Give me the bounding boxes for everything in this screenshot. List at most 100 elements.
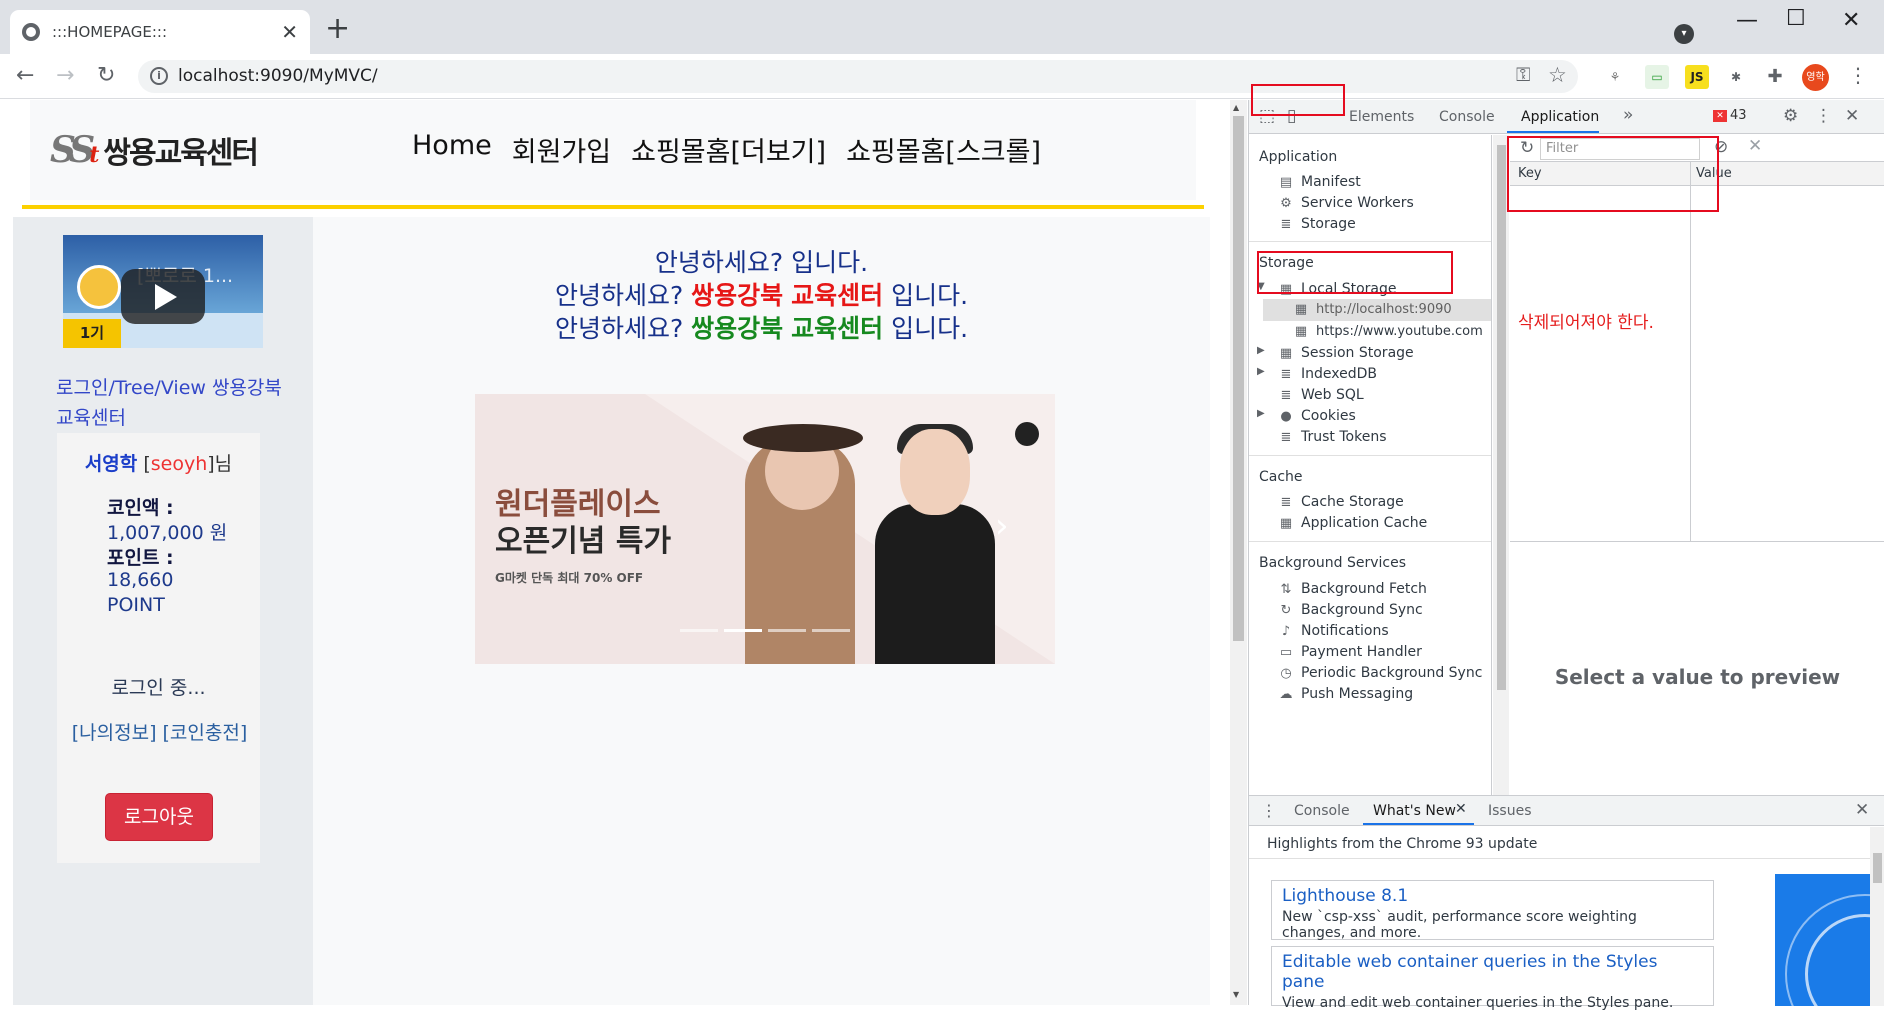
minimize-icon[interactable]: —	[1736, 8, 1758, 33]
site-logo[interactable]: SSt 쌍용교육센터	[50, 128, 259, 172]
reload-icon[interactable]: ↻	[97, 63, 115, 88]
drawer-scrollbar[interactable]	[1870, 827, 1884, 1006]
card-title[interactable]: Editable web container queries in the St…	[1282, 952, 1703, 992]
logout-button[interactable]: 로그아웃	[105, 793, 213, 841]
key-icon[interactable]: ⚿	[1516, 64, 1530, 86]
nav-cookies[interactable]: ▶ ● Cookies	[1257, 408, 1356, 424]
nav-background-fetch[interactable]: ⇅ Background Fetch	[1279, 581, 1427, 597]
nav-notifications[interactable]: ♪ Notifications	[1279, 623, 1389, 639]
collapsed-triangle-icon[interactable]: ▶	[1257, 408, 1265, 419]
more-tabs-icon[interactable]: »	[1623, 105, 1633, 125]
drawer-menu-icon[interactable]: ⋮	[1261, 801, 1277, 820]
bookmark-star-icon[interactable]: ☆	[1548, 63, 1567, 87]
tab-close-icon[interactable]: ✕	[281, 20, 298, 44]
nav-shop-more[interactable]: 쇼핑몰홈[더보기]	[631, 130, 826, 169]
devtools-menu-icon[interactable]: ⋮	[1815, 106, 1832, 126]
banner-line-2: 오픈기념 특가	[495, 524, 672, 559]
promo-banner-carousel[interactable]: 원더플레이스 오픈기념 특가 G마켓 단독 최대 70% OFF ›	[475, 394, 1055, 664]
greeting-org-a: 쌍용강북	[691, 314, 784, 343]
back-icon[interactable]: ←	[16, 63, 34, 88]
sidebar-link[interactable]: 로그인/Tree/View 쌍용강북 교육센터	[56, 373, 286, 433]
window-close-icon[interactable]: ✕	[1842, 8, 1860, 33]
nav-indexeddb[interactable]: ▶ ≣ IndexedDB	[1257, 366, 1377, 382]
nav-push-messaging[interactable]: ☁ Push Messaging	[1279, 686, 1414, 702]
carousel-indicator[interactable]	[768, 629, 806, 632]
nav-payment-handler[interactable]: ▭ Payment Handler	[1279, 644, 1422, 660]
url-text[interactable]: localhost:9090/MyMVC/	[178, 66, 378, 86]
carousel-next-icon[interactable]: ›	[995, 506, 1009, 546]
delete-selected-icon[interactable]: ✕	[1748, 136, 1762, 156]
whats-new-promo-image[interactable]	[1775, 874, 1870, 1006]
page-scrollbar[interactable]: ▲ ▼	[1230, 100, 1247, 1005]
nav-storage[interactable]: ≣ Storage	[1279, 216, 1356, 232]
drawer-tab-console[interactable]: Console	[1294, 803, 1350, 819]
nav-register[interactable]: 회원가입	[512, 130, 611, 169]
card-title[interactable]: Lighthouse 8.1	[1282, 886, 1703, 906]
whats-new-card[interactable]: Editable web container queries in the St…	[1271, 946, 1714, 1011]
extensions-puzzle-icon[interactable]: ✚	[1763, 65, 1787, 89]
my-info-links[interactable]: [나의정보] [코인충전]	[67, 721, 252, 745]
youtube-video-thumbnail[interactable]: [뽀로로 1... 1기	[63, 235, 263, 348]
nav-local-storage-localhost[interactable]: ▦ http://localhost:9090	[1263, 299, 1491, 321]
nav-cache-storage[interactable]: ≣ Cache Storage	[1279, 494, 1404, 510]
devtools-close-icon[interactable]: ✕	[1845, 106, 1859, 126]
page-scroll-thumb[interactable]	[1233, 116, 1244, 641]
scroll-up-icon[interactable]: ▲	[1233, 103, 1239, 112]
database-icon: ≣	[1280, 217, 1292, 232]
site-info-icon[interactable]: i	[150, 67, 168, 85]
nav-session-storage[interactable]: ▶ ▦ Session Storage	[1257, 345, 1414, 361]
drawer-scroll-thumb[interactable]	[1873, 853, 1882, 883]
play-icon[interactable]	[121, 269, 205, 324]
extension-js-icon[interactable]: JS	[1685, 65, 1709, 89]
nav-manifest[interactable]: ▤ Manifest	[1279, 174, 1361, 190]
nav-shop-scroll[interactable]: 쇼핑몰홈[스크롤]	[846, 130, 1041, 169]
nav-periodic-background-sync[interactable]: ◷ Periodic Background Sync	[1279, 665, 1482, 681]
whats-new-card[interactable]: Lighthouse 8.1 New `csp-xss` audit, perf…	[1271, 880, 1714, 941]
address-bar[interactable]: i localhost:9090/MyMVC/ ⚿ ☆	[138, 60, 1578, 93]
drawer-close-icon[interactable]: ✕	[1855, 800, 1869, 820]
maximize-icon[interactable]: ☐	[1786, 6, 1806, 31]
section-divider	[1249, 455, 1491, 456]
profile-avatar[interactable]: 영학	[1802, 64, 1829, 91]
forward-icon[interactable]: →	[56, 63, 74, 88]
drawer-tab-whats-new[interactable]: What's New	[1373, 803, 1456, 819]
nav-background-sync[interactable]: ↻ Background Sync	[1279, 602, 1423, 618]
browser-tab[interactable]: :::HOMEPAGE::: ✕	[10, 10, 310, 54]
nav-application-cache[interactable]: ▦ Application Cache	[1279, 515, 1427, 531]
browser-menu-icon[interactable]: ⋮	[1848, 63, 1868, 87]
carousel-indicator[interactable]	[724, 629, 762, 632]
carousel-indicator[interactable]	[812, 629, 850, 632]
nav-trust-tokens[interactable]: ≣ Trust Tokens	[1279, 429, 1387, 445]
settings-gear-icon[interactable]: ⚙	[1783, 106, 1798, 126]
tab-console[interactable]: Console	[1439, 109, 1495, 125]
nav-web-sql[interactable]: ≣ Web SQL	[1279, 387, 1364, 403]
nav-service-workers[interactable]: ⚙ Service Workers	[1279, 195, 1414, 211]
nav-local-storage-youtube[interactable]: ▦ https://www.youtube.com	[1294, 324, 1483, 339]
new-tab-button[interactable]: +	[325, 14, 350, 44]
tab-application[interactable]: Application	[1521, 109, 1599, 125]
sidebar-scroll-thumb[interactable]	[1497, 145, 1506, 690]
carousel-indicator[interactable]	[680, 629, 718, 632]
error-count-badge[interactable]: ✕ 43	[1713, 108, 1747, 123]
sidebar-scrollbar[interactable]	[1493, 135, 1509, 795]
grid-icon: ▦	[1294, 302, 1308, 317]
drawer-tab-close-icon[interactable]: ✕	[1455, 801, 1467, 817]
extension-screen-icon[interactable]: ▭	[1645, 65, 1669, 89]
drawer-tabbar: ⋮ Console What's New ✕ Issues ✕	[1249, 796, 1884, 826]
tab-elements[interactable]: Elements	[1349, 109, 1414, 125]
nav-label: Notifications	[1301, 623, 1389, 639]
tab-search-icon[interactable]: ▾	[1674, 24, 1694, 44]
error-count: 43	[1730, 108, 1747, 123]
scroll-down-icon[interactable]: ▼	[1233, 990, 1239, 999]
nav-label: Web SQL	[1301, 387, 1364, 403]
web-page: SSt 쌍용교육센터 Home 회원가입 쇼핑몰홈[더보기] 쇼핑몰홈[스크롤]…	[0, 100, 1230, 1005]
drawer-tab-issues[interactable]: Issues	[1488, 803, 1532, 819]
nav-home[interactable]: Home	[412, 130, 492, 169]
login-status: 로그인 중...	[111, 677, 206, 699]
carousel-indicators	[680, 629, 850, 632]
collapsed-triangle-icon[interactable]: ▶	[1257, 366, 1265, 377]
model-hat	[743, 424, 863, 452]
extension-bug-icon[interactable]: ✱	[1724, 65, 1748, 89]
collapsed-triangle-icon[interactable]: ▶	[1257, 345, 1265, 356]
extension-feather-icon[interactable]: ⚘	[1603, 65, 1627, 89]
